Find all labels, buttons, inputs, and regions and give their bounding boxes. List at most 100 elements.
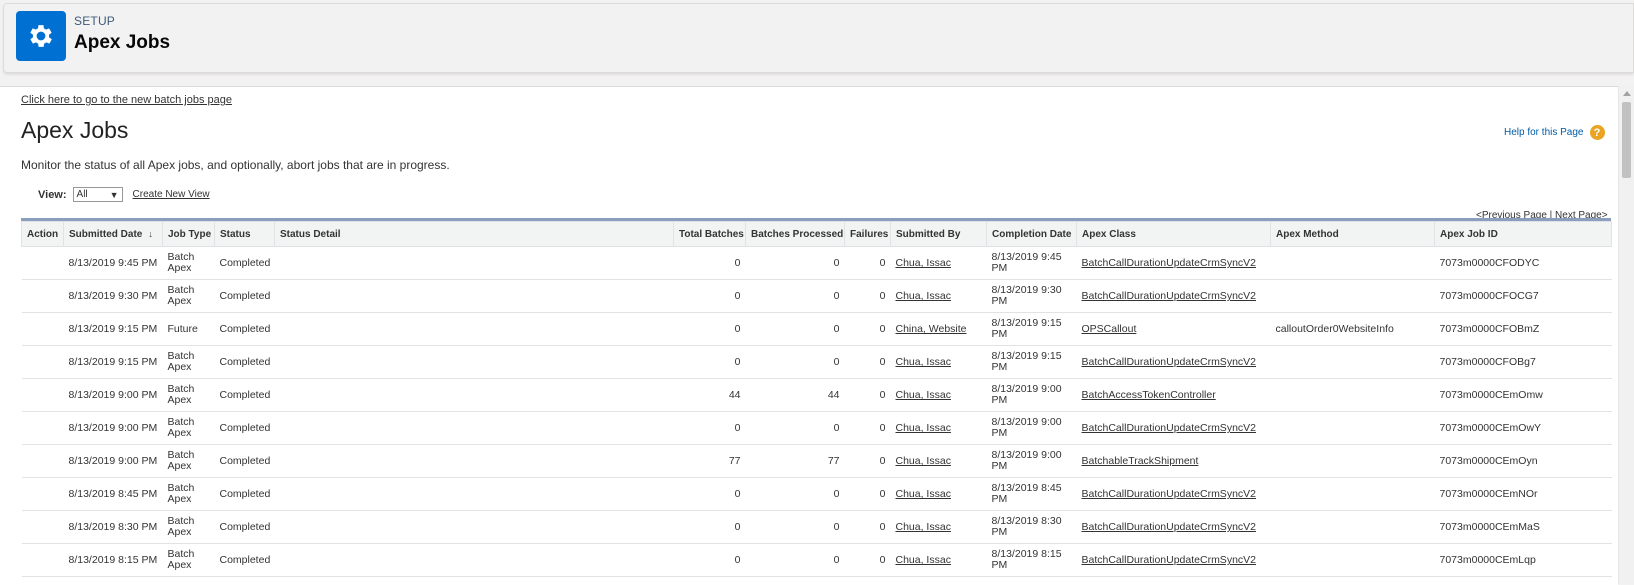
dropdown-arrow-icon: ▼	[109, 189, 119, 200]
cell-status-detail	[274, 411, 674, 445]
help-link[interactable]: Help for this Page ?	[1504, 125, 1605, 140]
cell-apex-class-link[interactable]: BatchCallDurationUpdateCrmSyncV2	[1082, 257, 1257, 269]
cell-status-detail	[274, 543, 674, 577]
col-batches-processed[interactable]: Batches Processed	[745, 221, 845, 247]
create-new-view-link[interactable]: Create New View	[133, 189, 210, 200]
cell-batches-processed: 0	[745, 477, 845, 511]
cell-status: Completed	[214, 279, 275, 313]
cell-submitted-by-link[interactable]: China, Website	[896, 323, 967, 335]
cell-failures: 0	[844, 411, 891, 445]
cell-status: Completed	[214, 510, 275, 544]
col-apex-method[interactable]: Apex Method	[1270, 221, 1435, 247]
cell-apex-class-link[interactable]: BatchCallDurationUpdateCrmSyncV2	[1082, 488, 1257, 500]
cell-submitted-by-link[interactable]: Chua, Issac	[896, 257, 951, 269]
col-job-type[interactable]: Job Type	[162, 221, 215, 247]
cell-status: Completed	[214, 411, 275, 445]
cell-apex-method	[1270, 510, 1435, 544]
col-submitted-date[interactable]: Submitted Date ↓	[63, 221, 163, 247]
cell-failures: 0	[844, 444, 891, 478]
cell-batches-processed: 0	[745, 246, 845, 280]
cell-job-type: Batch Apex	[162, 345, 215, 379]
cell-action	[21, 279, 64, 313]
cell-total-batches: 0	[673, 543, 746, 577]
col-apex-job-id[interactable]: Apex Job ID	[1434, 221, 1612, 247]
cell-submitted-by-link[interactable]: Chua, Issac	[896, 554, 951, 566]
cell-action	[21, 510, 64, 544]
cell-apex-class-link[interactable]: OPSCallout	[1082, 323, 1137, 335]
cell-failures: 0	[844, 477, 891, 511]
cell-submitted-by-link[interactable]: Chua, Issac	[896, 389, 951, 401]
cell-total-batches: 44	[673, 378, 746, 412]
cell-status: Completed	[214, 477, 275, 511]
help-label[interactable]: Help for this Page	[1504, 127, 1584, 138]
scroll-thumb[interactable]	[1622, 102, 1631, 178]
cell-total-batches: 0	[673, 510, 746, 544]
cell-submitted-by-link[interactable]: Chua, Issac	[896, 356, 951, 368]
col-status[interactable]: Status	[214, 221, 275, 247]
col-total-batches[interactable]: Total Batches	[673, 221, 746, 247]
view-select[interactable]: All ▼	[72, 187, 123, 202]
cell-submitted-by-link[interactable]: Chua, Issac	[896, 521, 951, 533]
col-submitted-by[interactable]: Submitted By	[890, 221, 987, 247]
cell-apex-class-link[interactable]: BatchCallDurationUpdateCrmSyncV2	[1082, 554, 1257, 566]
cell-submitted-date: 8/13/2019 9:15 PM	[63, 345, 163, 379]
col-failures[interactable]: Failures	[844, 221, 891, 247]
cell-completion-date: 8/13/2019 9:00 PM	[986, 411, 1077, 445]
cell-apex-class-link[interactable]: BatchCallDurationUpdateCrmSyncV2	[1082, 422, 1257, 434]
cell-submitted-by-link[interactable]: Chua, Issac	[896, 488, 951, 500]
cell-apex-job-id: 7073m0000CFODYC	[1434, 246, 1612, 280]
cell-action	[21, 411, 64, 445]
col-apex-class[interactable]: Apex Class	[1076, 221, 1271, 247]
cell-apex-class: BatchableTrackShipment	[1076, 444, 1271, 478]
table-row: 8/13/2019 8:15 PM Batch Apex Completed 0 0 0 C…	[21, 543, 1612, 577]
cell-apex-class-link[interactable]: BatchCallDurationUpdateCrmSyncV2	[1082, 290, 1257, 302]
scroll-up-arrow-icon[interactable]	[1619, 86, 1634, 100]
cell-submitted-date: 8/13/2019 9:00 PM	[63, 411, 163, 445]
cell-submitted-by-link[interactable]: Chua, Issac	[896, 455, 951, 467]
cell-submitted-by: Chua, Issac	[890, 378, 987, 412]
cell-action	[21, 345, 64, 379]
col-completion-date[interactable]: Completion Date	[986, 221, 1077, 247]
cell-submitted-date: 8/13/2019 9:00 PM	[63, 378, 163, 412]
cell-failures: 0	[844, 246, 891, 280]
cell-status-detail	[274, 510, 674, 544]
cell-completion-date: 8/13/2019 8:45 PM	[986, 477, 1077, 511]
cell-failures: 0	[844, 510, 891, 544]
cell-apex-job-id: 7073m0000CEmMaS	[1434, 510, 1612, 544]
cell-apex-class: BatchCallDurationUpdateCrmSyncV2	[1076, 543, 1271, 577]
cell-job-type: Batch Apex	[162, 543, 215, 577]
cell-apex-class-link[interactable]: BatchCallDurationUpdateCrmSyncV2	[1082, 521, 1257, 533]
col-status-detail[interactable]: Status Detail	[274, 221, 674, 247]
cell-apex-method	[1270, 444, 1435, 478]
cell-total-batches: 0	[673, 246, 746, 280]
table-row: 8/13/2019 9:00 PM Batch Apex Completed 44 44…	[21, 378, 1612, 412]
cell-failures: 0	[844, 345, 891, 379]
table-row: 8/13/2019 9:00 PM Batch Apex Completed 77 77…	[21, 444, 1612, 478]
view-filter-row: View: All ▼ Create New View	[38, 187, 210, 202]
cell-apex-class-link[interactable]: BatchableTrackShipment	[1082, 455, 1199, 467]
cell-apex-job-id: 7073m0000CEmOyn	[1434, 444, 1612, 478]
new-batch-jobs-link[interactable]: Click here to go to the new batch jobs p…	[21, 94, 232, 106]
cell-apex-job-id: 7073m0000CEmNOr	[1434, 477, 1612, 511]
cell-completion-date: 8/13/2019 9:45 PM	[986, 246, 1077, 280]
cell-job-type: Batch Apex	[162, 378, 215, 412]
help-icon[interactable]: ?	[1589, 125, 1605, 140]
cell-submitted-by-link[interactable]: Chua, Issac	[896, 422, 951, 434]
cell-apex-class: OPSCallout	[1076, 312, 1271, 346]
cell-apex-job-id: 7073m0000CFOCG7	[1434, 279, 1612, 313]
cell-submitted-by-link[interactable]: Chua, Issac	[896, 290, 951, 302]
vertical-scrollbar[interactable]	[1618, 86, 1634, 584]
cell-apex-class-link[interactable]: BatchAccessTokenController	[1082, 389, 1216, 401]
table-body: 8/13/2019 9:45 PM Batch Apex Completed 0 0 0 C…	[21, 246, 1612, 577]
apex-jobs-table: Action Submitted Date ↓ Job Type Status S…	[21, 221, 1612, 577]
cell-apex-job-id: 7073m0000CEmOmw	[1434, 378, 1612, 412]
cell-completion-date: 8/13/2019 8:15 PM	[986, 543, 1077, 577]
cell-completion-date: 8/13/2019 8:30 PM	[986, 510, 1077, 544]
table-header-row: Action Submitted Date ↓ Job Type Status S…	[21, 221, 1612, 247]
cell-status: Completed	[214, 444, 275, 478]
cell-apex-method	[1270, 411, 1435, 445]
cell-action	[21, 444, 64, 478]
cell-apex-method	[1270, 345, 1435, 379]
col-submitted-date-label[interactable]: Submitted Date	[69, 229, 142, 240]
cell-apex-class-link[interactable]: BatchCallDurationUpdateCrmSyncV2	[1082, 356, 1257, 368]
